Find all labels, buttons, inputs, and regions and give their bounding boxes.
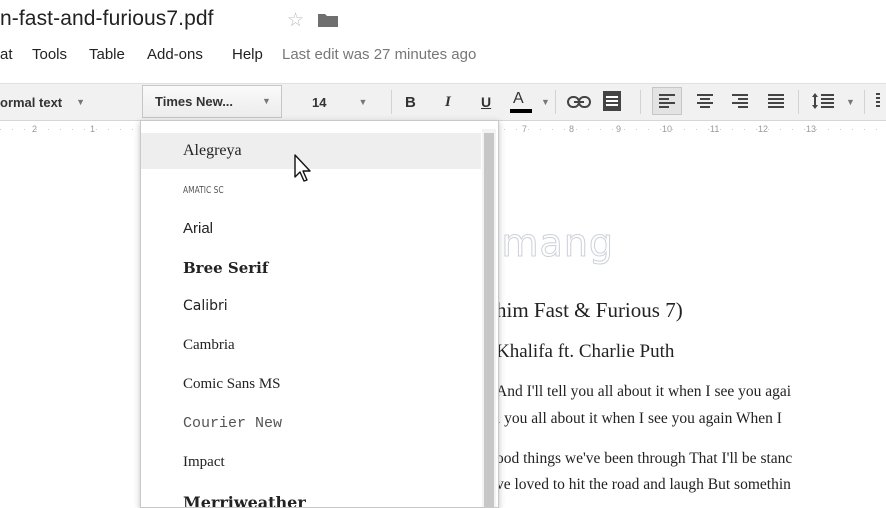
toolbar-divider [555, 90, 556, 114]
font-size-select[interactable]: 14 ▼ [312, 87, 382, 117]
chevron-down-icon: ▼ [76, 97, 86, 107]
font-dropdown-menu: Alegreya Amatic SC Arial Bree Serif Cali… [140, 120, 499, 508]
paragraph-style-select[interactable]: ormal text ▼ [0, 87, 125, 117]
dropdown-scrollbar[interactable] [482, 129, 496, 507]
paragraph-style-label: ormal text [0, 94, 63, 110]
chevron-down-icon: ▼ [358, 97, 368, 107]
font-option-impact[interactable]: Impact [141, 445, 481, 481]
font-option-label: Alegreya [183, 142, 242, 159]
chevron-down-icon[interactable]: ▼ [541, 97, 550, 107]
font-family-label: Times New... [155, 94, 234, 109]
toolbar-divider [798, 90, 799, 114]
italic-button[interactable]: I [445, 87, 451, 117]
toolbar-divider [640, 90, 641, 114]
toolbar-divider [864, 90, 865, 114]
align-left-icon [659, 94, 675, 108]
chevron-down-icon: ▼ [262, 96, 271, 106]
menu-add-ons[interactable]: Add-ons [147, 46, 203, 63]
align-right-icon[interactable] [732, 94, 748, 108]
document-title[interactable]: n-fast-and-furious7.pdf [0, 7, 214, 31]
comment-icon[interactable] [603, 91, 621, 111]
align-justify-icon[interactable] [768, 94, 784, 108]
doc-line: ood things we've been through That I'll … [496, 450, 793, 467]
menu-help[interactable]: Help [232, 46, 263, 63]
toolbar-divider [391, 90, 392, 114]
doc-line: And I'll tell you all about it when I se… [496, 383, 792, 400]
doc-line: l you all about it when I see you again … [496, 410, 782, 427]
font-option-arial[interactable]: Arial [141, 211, 481, 247]
text-color-label: A [513, 90, 524, 107]
menu-table[interactable]: Table [89, 46, 125, 63]
bold-button[interactable]: B [405, 87, 416, 117]
scrollbar-thumb[interactable] [484, 133, 494, 507]
chevron-down-icon[interactable]: ▼ [846, 97, 855, 107]
font-option-comic-sans-ms[interactable]: Comic Sans MS [141, 367, 481, 403]
menu-format[interactable]: at [0, 46, 13, 63]
link-icon[interactable] [567, 95, 591, 109]
menu-tools[interactable]: Tools [32, 46, 67, 63]
underline-button[interactable]: U [481, 87, 491, 117]
star-icon[interactable]: ☆ [287, 9, 304, 32]
doc-line: him Fast & Furious 7) [496, 298, 683, 322]
font-option-label: Arial [183, 220, 214, 237]
font-option-label: Courier New [183, 415, 283, 432]
font-option-cambria[interactable]: Cambria [141, 328, 481, 364]
menu-bar: at Tools Table Add-ons Help Last edit wa… [0, 44, 886, 68]
font-option-label: Amatic SC [183, 185, 224, 196]
doc-line: ve loved to hit the road and laugh But s… [496, 476, 791, 493]
doc-line: Khalifa ft. Charlie Puth [496, 341, 675, 362]
font-option-bree-serif[interactable]: Bree Serif [141, 250, 481, 286]
font-option-label: Impact [183, 454, 225, 470]
font-option-label: Cambria [183, 337, 235, 353]
folder-icon[interactable] [318, 13, 338, 27]
font-option-label: Bree Serif [183, 259, 269, 277]
mouse-cursor-icon [294, 154, 311, 182]
title-bar: n-fast-and-furious7.pdf ☆ [0, 0, 886, 44]
font-size-label: 14 [312, 94, 327, 110]
last-edit-status[interactable]: Last edit was 27 minutes ago [282, 46, 476, 63]
font-option-merriweather[interactable]: Merriweather [141, 484, 481, 507]
align-center-icon[interactable] [697, 94, 713, 108]
font-family-select[interactable]: Times New... ▼ [142, 85, 282, 118]
font-option-label: Comic Sans MS [183, 376, 281, 392]
text-color-bar [510, 109, 532, 113]
font-option-label: Calibri [183, 298, 228, 314]
line-spacing-icon[interactable] [812, 93, 834, 109]
font-option-courier-new[interactable]: Courier New [141, 406, 481, 442]
font-option-calibri[interactable]: Calibri [141, 289, 481, 325]
list-icon[interactable] [876, 93, 880, 109]
toolbar: ormal text ▼ Times New... ▼ 14 ▼ B I U A… [0, 83, 886, 121]
